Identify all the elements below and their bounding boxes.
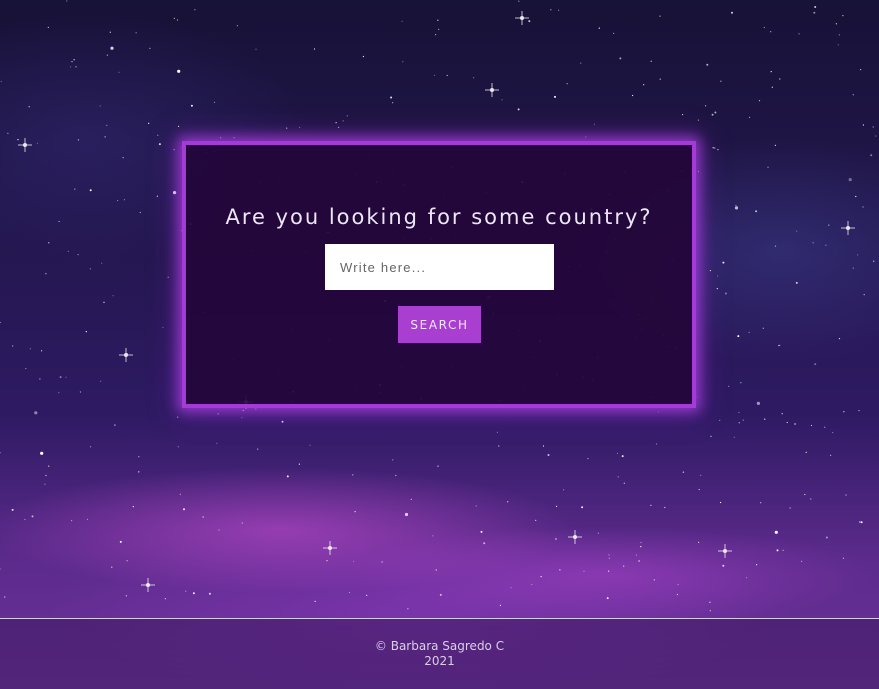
footer-copyright: © Barbara Sagredo C: [374, 639, 505, 653]
search-input[interactable]: [325, 244, 554, 290]
search-card: Are you looking for some country? SEARCH: [182, 141, 696, 408]
footer: © Barbara Sagredo C 2021: [0, 618, 879, 689]
search-button[interactable]: SEARCH: [398, 306, 481, 343]
footer-year: 2021: [424, 654, 455, 668]
search-title: Are you looking for some country?: [225, 205, 653, 229]
page-background: Are you looking for some country? SEARCH…: [0, 0, 879, 689]
